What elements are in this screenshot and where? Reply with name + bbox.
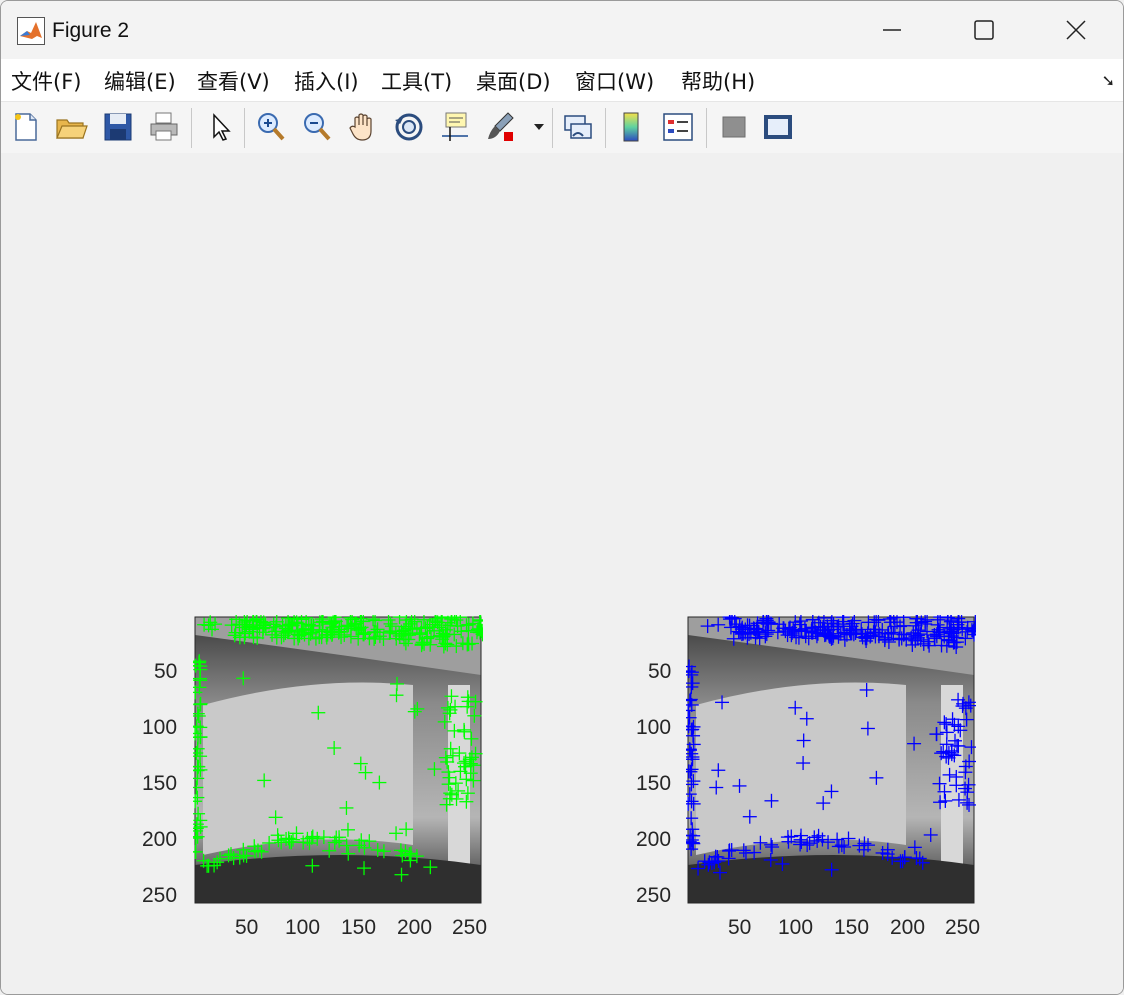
close-button[interactable]: [1030, 1, 1122, 59]
maximize-button[interactable]: [938, 1, 1030, 59]
left-axes[interactable]: [193, 615, 483, 905]
left-xtick-50: 50: [235, 916, 259, 939]
matlab-logo-icon: [17, 17, 45, 45]
curved-wall-shape: [203, 682, 413, 855]
print-icon[interactable]: [147, 110, 181, 144]
right-xtick-100: 100: [778, 916, 814, 939]
open-file-icon[interactable]: [54, 110, 88, 144]
right-axes[interactable]: [686, 615, 976, 905]
toolbar-separator: [552, 108, 553, 148]
menu-window[interactable]: 窗口(W): [575, 66, 654, 96]
right-xtick-150: 150: [834, 916, 870, 939]
left-xtick-250: 250: [452, 916, 488, 939]
menu-file[interactable]: 文件(F): [11, 66, 81, 96]
right-xtick-250: 250: [945, 916, 981, 939]
new-figure-icon[interactable]: [9, 110, 43, 144]
left-ytick-50: 50: [154, 660, 178, 683]
left-ytick-150: 150: [142, 772, 178, 795]
right-ytick-50: 50: [648, 660, 672, 683]
figure-window: Figure 2 文件(F) 编辑(E) 查看(V) 插入(I) 工具(T) 桌…: [0, 0, 1124, 995]
zoom-in-icon[interactable]: [254, 110, 288, 144]
brush-dropdown-icon[interactable]: [533, 122, 545, 132]
rotate-3d-icon[interactable]: [392, 110, 426, 144]
legend-icon[interactable]: [661, 110, 695, 144]
left-ytick-250: 250: [142, 884, 178, 907]
zoom-out-icon[interactable]: [300, 110, 334, 144]
save-icon[interactable]: [101, 110, 135, 144]
toolbar-separator: [706, 108, 707, 148]
menu-tools[interactable]: 工具(T): [381, 66, 452, 96]
right-ytick-250: 250: [636, 884, 672, 907]
data-cursor-icon[interactable]: [438, 110, 472, 144]
right-xtick-200: 200: [890, 916, 926, 939]
pan-hand-icon[interactable]: [346, 110, 380, 144]
dock-arrow-icon[interactable]: ➘: [1102, 71, 1115, 90]
edit-plot-arrow-icon[interactable]: [204, 110, 238, 144]
maximize-icon: [974, 20, 994, 40]
colorbar-icon[interactable]: [615, 110, 649, 144]
close-icon: [1066, 20, 1086, 40]
title-bar: Figure 2: [1, 1, 1123, 59]
toolbar: [1, 101, 1123, 154]
left-xtick-100: 100: [285, 916, 321, 939]
menu-insert[interactable]: 插入(I): [294, 66, 359, 96]
floor-shape: [195, 855, 481, 903]
right-ytick-150: 150: [636, 772, 672, 795]
right-ytick-200: 200: [636, 828, 672, 851]
minimize-button[interactable]: [846, 1, 938, 59]
hide-plot-tools-icon[interactable]: [717, 110, 751, 144]
toolbar-separator: [244, 108, 245, 148]
left-ytick-100: 100: [142, 716, 178, 739]
brush-icon[interactable]: [484, 110, 518, 144]
window-title: Figure 2: [52, 19, 130, 42]
left-xtick-150: 150: [341, 916, 377, 939]
menu-help[interactable]: 帮助(H): [681, 66, 755, 96]
toolbar-separator: [191, 108, 192, 148]
floor-shape: [688, 855, 974, 903]
menu-bar: 文件(F) 编辑(E) 查看(V) 插入(I) 工具(T) 桌面(D) 窗口(W…: [1, 59, 1123, 101]
right-ytick-100: 100: [636, 716, 672, 739]
left-ytick-200: 200: [142, 828, 178, 851]
left-xtick-200: 200: [397, 916, 433, 939]
menu-desktop[interactable]: 桌面(D): [476, 66, 551, 96]
show-plot-tools-icon[interactable]: [761, 110, 795, 144]
minimize-icon: [883, 29, 901, 31]
menu-view[interactable]: 查看(V): [197, 66, 270, 96]
right-xtick-50: 50: [728, 916, 752, 939]
toolbar-separator: [605, 108, 606, 148]
menu-edit[interactable]: 编辑(E): [104, 66, 176, 96]
link-plot-icon[interactable]: [561, 110, 595, 144]
